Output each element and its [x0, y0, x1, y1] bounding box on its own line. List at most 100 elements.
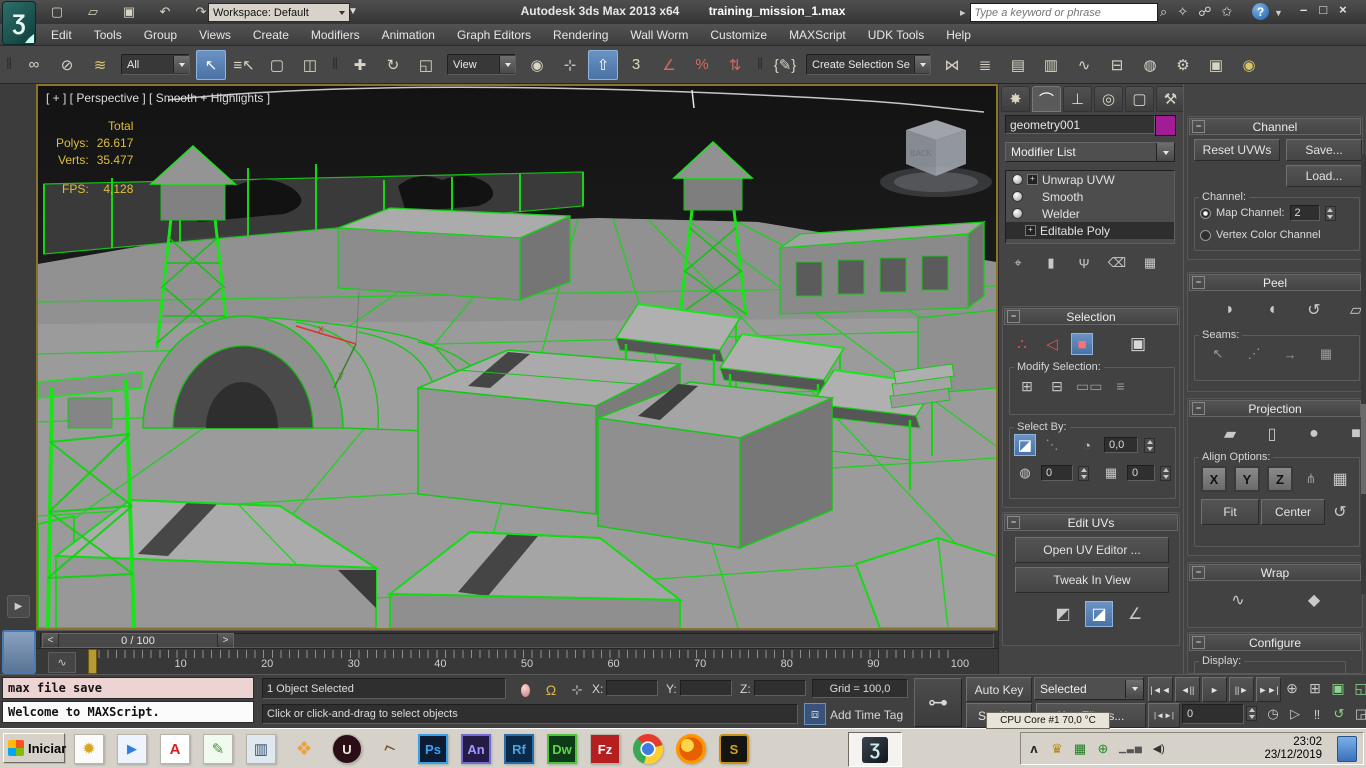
- snaps-toggle-icon[interactable]: 3: [621, 50, 651, 80]
- map-channel-radio[interactable]: [1200, 208, 1211, 219]
- close-button[interactable]: ×: [1339, 2, 1347, 17]
- polygon-mode-icon[interactable]: ■: [1071, 333, 1093, 355]
- schematic-view-icon[interactable]: ⊟: [1102, 50, 1132, 80]
- menu-item[interactable]: MAXScript: [778, 25, 857, 45]
- select-and-link-icon[interactable]: ∞: [19, 50, 49, 80]
- search-input[interactable]: [970, 3, 1158, 22]
- viewport-label[interactable]: [ + ] [ Perspective ] [ Smooth + Highlig…: [46, 91, 270, 105]
- auto-key-button[interactable]: Auto Key: [966, 677, 1032, 702]
- collapse-icon[interactable]: −: [1192, 276, 1205, 289]
- vertex-color-radio[interactable]: [1200, 230, 1211, 241]
- maxscript-listener-line1[interactable]: max file save: [2, 677, 254, 699]
- ring-selection-icon[interactable]: ≡: [1110, 376, 1130, 396]
- selection-filter-select[interactable]: All: [121, 54, 190, 75]
- select-and-move-icon[interactable]: ✚: [345, 50, 375, 80]
- use-pivot-center-icon[interactable]: ◉: [522, 50, 552, 80]
- menu-item[interactable]: Group: [133, 25, 188, 45]
- window-crossing-icon[interactable]: ◫: [295, 50, 325, 80]
- save-button[interactable]: Save...: [1286, 139, 1362, 161]
- edit-uvs-rollout-header[interactable]: − Edit UVs: [1004, 514, 1178, 531]
- menu-item[interactable]: Views: [188, 25, 242, 45]
- z-coordinate-field[interactable]: [754, 680, 806, 696]
- sign-in-icon[interactable]: ☍: [1198, 4, 1211, 20]
- planar-angle-field[interactable]: 0,0: [1104, 437, 1138, 453]
- collapse-icon[interactable]: −: [1192, 120, 1205, 133]
- shrink-selection-icon[interactable]: ⊟: [1046, 375, 1068, 397]
- best-align-icon[interactable]: ▦: [1329, 468, 1351, 490]
- ql-filezilla-icon[interactable]: Fz: [590, 734, 620, 764]
- expand-arrow-button[interactable]: ▶: [7, 595, 30, 618]
- save-file-icon[interactable]: ▣: [114, 0, 144, 27]
- frame-marker[interactable]: [88, 649, 97, 674]
- menu-item[interactable]: Tools: [83, 25, 133, 45]
- tab-display-icon[interactable]: ▢: [1125, 86, 1154, 112]
- key-mode-select[interactable]: Selected: [1034, 677, 1144, 700]
- expand-to-seam-icon[interactable]: ▦: [1315, 343, 1337, 365]
- reset-uvws-button[interactable]: Reset UVWs: [1194, 139, 1280, 161]
- previous-frame-icon[interactable]: ◄||: [1175, 677, 1200, 702]
- time-tag-icon[interactable]: ⧈: [804, 703, 826, 725]
- menu-item[interactable]: Rendering: [542, 25, 619, 45]
- chevron-down-icon[interactable]: [914, 56, 930, 73]
- reference-coordinate-select[interactable]: View: [447, 54, 516, 75]
- uv-distortion-icon[interactable]: ∠: [1121, 601, 1149, 627]
- add-time-tag[interactable]: Add Time Tag: [830, 708, 903, 722]
- spherical-map-icon[interactable]: ●: [1300, 421, 1328, 447]
- menu-item[interactable]: Wall Worm: [619, 25, 699, 45]
- field-of-view-icon[interactable]: ▷: [1284, 703, 1306, 725]
- peel-rollout-header[interactable]: − Peel: [1189, 274, 1361, 291]
- timeline-tick-label[interactable]: 10: [167, 658, 195, 670]
- edge-mode-icon[interactable]: ◁: [1041, 333, 1063, 355]
- select-by-element-icon[interactable]: ◪: [1014, 434, 1036, 456]
- menu-item[interactable]: UDK Tools: [857, 25, 935, 45]
- collapse-icon[interactable]: −: [1192, 402, 1205, 415]
- tray-volume-icon[interactable]: ◀): [1152, 742, 1166, 755]
- menu-item[interactable]: Create: [242, 25, 300, 45]
- new-scene-icon[interactable]: ▢: [42, 0, 72, 27]
- cylindrical-map-icon[interactable]: ▯: [1258, 421, 1286, 447]
- configure-rollout-header[interactable]: − Configure: [1189, 634, 1361, 651]
- angle-snap-icon[interactable]: ∠: [654, 50, 684, 80]
- named-selection-sets-icon[interactable]: {✎}: [770, 50, 800, 80]
- maximize-viewport-icon[interactable]: ◲: [1350, 703, 1366, 725]
- visibility-bulb-icon[interactable]: [1012, 208, 1023, 219]
- visibility-bulb-icon[interactable]: [1012, 191, 1023, 202]
- go-to-start-icon[interactable]: |◄◄: [1148, 677, 1173, 702]
- viewport-layout-tab[interactable]: [2, 630, 36, 674]
- open-uv-editor-button[interactable]: Open UV Editor ...: [1015, 537, 1169, 563]
- select-smoothing-group-icon[interactable]: ◍: [1014, 462, 1036, 484]
- expand-icon[interactable]: +: [1027, 174, 1038, 185]
- previous-frame-arrow[interactable]: <: [43, 634, 58, 647]
- spinner-snap-icon[interactable]: ⇅: [720, 50, 750, 80]
- show-desktop-icon[interactable]: [1337, 736, 1357, 762]
- material-id-field[interactable]: 0: [1127, 465, 1155, 481]
- undo-icon[interactable]: ↶: [150, 0, 180, 27]
- ql-dreamweaver-icon[interactable]: Dw: [547, 734, 577, 764]
- scene-explorer-icon[interactable]: ▥: [1036, 50, 1066, 80]
- ql-ak47-icon[interactable]: ⌐: [370, 729, 410, 768]
- point-to-point-select-icon[interactable]: ⋱: [1042, 435, 1062, 455]
- restore-button[interactable]: □: [1319, 2, 1327, 17]
- spline-wrap-icon[interactable]: ∿: [1224, 587, 1252, 613]
- expand-icon[interactable]: +: [1025, 225, 1036, 236]
- select-and-manipulate-icon[interactable]: ⊹: [555, 50, 585, 80]
- collapse-icon[interactable]: −: [1192, 566, 1205, 579]
- render-setup-icon[interactable]: ⚙: [1168, 50, 1198, 80]
- communication-center-icon[interactable]: ✧: [1177, 4, 1188, 20]
- next-frame-icon[interactable]: ||►: [1229, 677, 1254, 702]
- smoothing-group-spinner[interactable]: [1078, 466, 1089, 481]
- align-icon[interactable]: ≣: [970, 50, 1000, 80]
- chevron-down-icon[interactable]: [1156, 143, 1174, 161]
- object-name-input[interactable]: [1005, 115, 1155, 134]
- viewport-scene[interactable]: x y BACK: [38, 86, 996, 628]
- align-to-view-icon[interactable]: ⋔: [1300, 468, 1322, 490]
- set-keys-button[interactable]: ⊶: [914, 678, 962, 727]
- play-icon[interactable]: ►: [1202, 677, 1227, 702]
- perspective-viewport[interactable]: x y BACK [ + ] [ Perspective ] [ Smooth …: [36, 84, 998, 630]
- edge-to-seam-icon[interactable]: →: [1279, 343, 1301, 365]
- application-menu-button[interactable]: Ʒ: [2, 1, 36, 45]
- fit-button[interactable]: Fit: [1201, 499, 1259, 525]
- grow-selection-icon[interactable]: ⊞: [1016, 375, 1038, 397]
- reset-peel-icon[interactable]: ↺: [1300, 297, 1328, 323]
- tab-utilities-icon[interactable]: ⚒: [1156, 86, 1185, 112]
